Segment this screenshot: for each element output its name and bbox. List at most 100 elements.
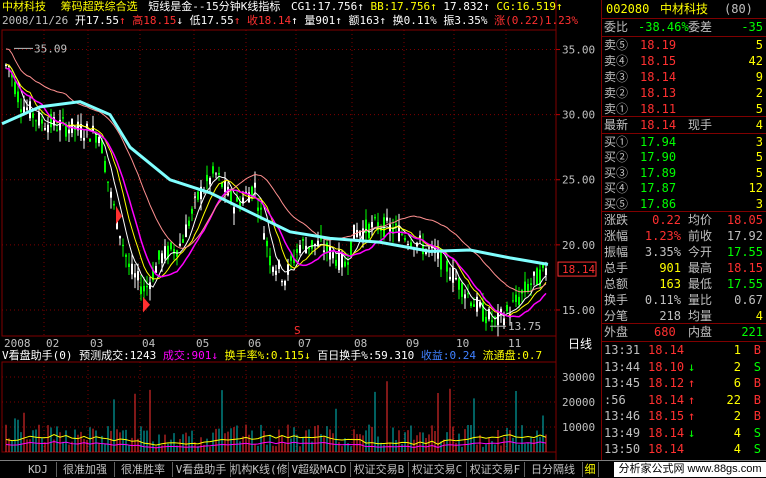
profit-value: 收益:0.24 [420, 349, 476, 362]
candle-body [119, 235, 121, 239]
tick-volume: 22 [726, 392, 741, 407]
indicator-tab[interactable]: 很准加强 [56, 462, 115, 477]
candle-body [110, 191, 112, 198]
stat-label: 量比 [688, 293, 713, 307]
stock-seq: (80) [724, 2, 753, 16]
tick-side: S [753, 442, 761, 456]
candle-body [419, 235, 421, 238]
bid-label: 买④ [604, 181, 629, 196]
up-arrow-icon: ↑ [555, 0, 563, 13]
tick-price: 18.10 [648, 359, 685, 374]
candle-body [197, 191, 199, 200]
candle-body [476, 296, 478, 312]
up-arrow-icon: ↑ [118, 14, 126, 27]
stat-row: 换手 0.11% 量比 0.67 [602, 292, 766, 308]
candle-body [371, 222, 373, 228]
candle-body [14, 82, 16, 95]
ask-volume: 2 [755, 86, 763, 100]
candle-body [83, 137, 85, 141]
stat-value: 18.05 [726, 213, 763, 227]
candle-body [38, 112, 40, 126]
indicator-tab[interactable]: 权证交易C [408, 462, 467, 477]
ask-volume: 5 [755, 102, 763, 116]
tick-arrow-icon: ↑ [688, 392, 696, 407]
indicator-tab[interactable]: 细 [582, 462, 599, 477]
latest-row: 最新 18.14 现手 4 [602, 117, 766, 133]
candle-body [512, 300, 514, 302]
candle-body [545, 268, 547, 276]
candle-body [533, 271, 535, 276]
indicator-tab[interactable]: 权证交易B [350, 462, 409, 477]
candle-body [374, 216, 376, 219]
stat-label: 前收 [688, 229, 713, 243]
amplitude-value: 振3.35% [443, 14, 488, 27]
tick-row: :56 18.14 ↑ 22 B [602, 392, 766, 408]
candle-body [335, 259, 337, 266]
candle-body [467, 293, 469, 295]
tick-arrow-icon: ↓ [688, 425, 696, 440]
stock-name-quote: 中材科技 [660, 2, 709, 16]
bid-volume: 12 [748, 181, 763, 196]
tick-price: 18.14 [648, 425, 685, 440]
ask-price: 18.13 [640, 86, 677, 100]
candle-body [536, 268, 538, 285]
indicator-tab[interactable]: KDJ [20, 462, 57, 477]
current-vol-label: 现手 [688, 118, 713, 132]
tick-time: 13:45 [604, 376, 641, 390]
indicator-tab[interactable]: V看盘助手 [172, 462, 231, 477]
candle-body [122, 244, 124, 247]
indicator-tab[interactable]: V超级MACD [288, 462, 351, 477]
candle-body [269, 255, 271, 266]
ask-price: 18.19 [640, 38, 677, 52]
bb2-value: 17.832 [443, 0, 484, 13]
candle-body [275, 270, 277, 275]
price-tick-label: 30.00 [562, 109, 595, 122]
ask-label: 卖② [604, 86, 629, 100]
up-arrow-icon: ↑ [335, 14, 342, 27]
tick-side: B [753, 343, 761, 357]
candle-body [98, 136, 100, 144]
ask-label: 卖④ [604, 54, 629, 68]
volume-label: 成交:901 [162, 349, 212, 362]
outer-value: 680 [654, 325, 676, 339]
hundred-day-turnover: 百日换手%:59.310 [317, 349, 415, 362]
candle-body [230, 191, 232, 203]
indicator-tab[interactable]: 日分隔线 [524, 462, 583, 477]
tick-volume: 1 [733, 343, 741, 357]
volume-value: 量901 [304, 14, 336, 27]
stat-row: 总手 901 最高 18.15 [602, 260, 766, 276]
indicator-tab[interactable]: 机构K线(修 [230, 462, 289, 477]
tick-side: B [753, 392, 761, 407]
candle-body [107, 181, 109, 183]
ask-row: 卖④ 18.15 42 [602, 53, 766, 69]
bb-value: BB:17.756 [370, 0, 431, 13]
stat-label: 最高 [688, 261, 713, 275]
stat-label: 总额 [604, 277, 629, 291]
chart-area[interactable]: 35.00 30.00 25.00 20.00 15.00 2008 02 03 04 05 06 0… [0, 0, 600, 460]
candle-body [386, 217, 388, 221]
tick-time: 13:44 [604, 359, 641, 374]
stat-value: 163 [659, 277, 681, 291]
indicator-tab[interactable]: 很准胜率 [114, 462, 173, 477]
ask-row: 卖② 18.13 2 [602, 85, 766, 101]
latest-label: 最新 [604, 118, 629, 132]
period-label[interactable]: 日线 [568, 335, 592, 352]
weibi-label: 委比 [604, 20, 629, 34]
inner-value: 221 [741, 325, 763, 339]
candle-body [323, 250, 325, 253]
down-arrow-icon: ↓ [303, 349, 311, 362]
tick-time: 13:31 [604, 343, 641, 357]
site-banner: 分析家公式网 www.88gs.com [614, 462, 766, 477]
indicator-tab[interactable]: 权证交易F [466, 462, 525, 477]
indicator-desc: 短线是金--15分钟K线指标 [148, 0, 281, 13]
volume-tick-label: 20000 [562, 396, 595, 409]
tick-volume: 4 [733, 442, 741, 456]
stat-label: 均价 [688, 213, 713, 227]
tick-side: B [753, 409, 761, 423]
candle-body [125, 254, 127, 257]
tick-price: 18.15 [648, 409, 685, 423]
ask-label: 卖① [604, 102, 629, 116]
chart-canvas[interactable]: 35.0030.0025.0020.0015.002008 02 03 04 05 06 0… [0, 0, 600, 460]
current-vol: 4 [755, 118, 763, 132]
tick-time: 13:49 [604, 425, 641, 440]
